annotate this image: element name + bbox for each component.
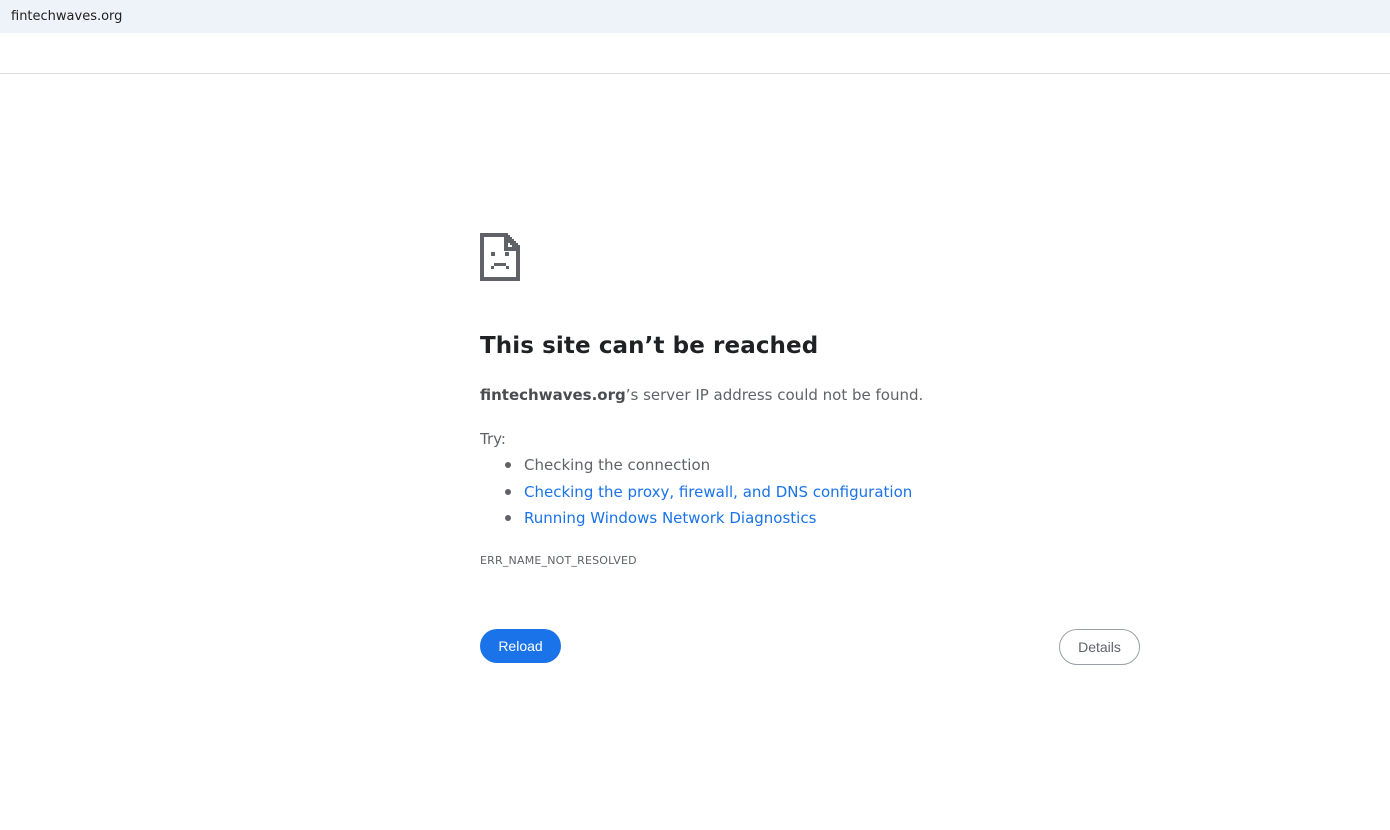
suggestions-list: Checking the connection Checking the pro…	[480, 455, 912, 535]
proxy-firewall-dns-link[interactable]: Checking the proxy, firewall, and DNS co…	[524, 483, 912, 501]
reload-button[interactable]: Reload	[480, 629, 561, 663]
bullet-icon	[505, 515, 511, 521]
bullet-icon	[505, 462, 511, 468]
summary-host: fintechwaves.org	[480, 386, 626, 404]
network-diagnostics-link[interactable]: Running Windows Network Diagnostics	[524, 509, 816, 527]
try-label: Try:	[480, 430, 506, 448]
suggestion-text: Checking the connection	[524, 456, 711, 474]
error-summary: fintechwaves.org’s server IP address cou…	[480, 386, 923, 404]
suggestion-item: Checking the connection	[480, 455, 912, 482]
page-title: This site can’t be reached	[480, 333, 819, 359]
summary-text: ’s server IP address could not be found.	[625, 386, 924, 404]
sad-document-icon	[480, 233, 520, 281]
suggestion-item: Checking the proxy, firewall, and DNS co…	[480, 482, 912, 509]
bullet-icon	[505, 488, 511, 495]
suggestion-item: Running Windows Network Diagnostics	[480, 508, 912, 535]
details-button[interactable]: Details	[1059, 629, 1140, 665]
address-bar[interactable]: fintechwaves.org	[0, 0, 1390, 33]
url-text[interactable]: fintechwaves.org	[11, 9, 122, 24]
toolbar-strip	[0, 33, 1390, 74]
error-code: ERR_NAME_NOT_RESOLVED	[480, 554, 637, 567]
